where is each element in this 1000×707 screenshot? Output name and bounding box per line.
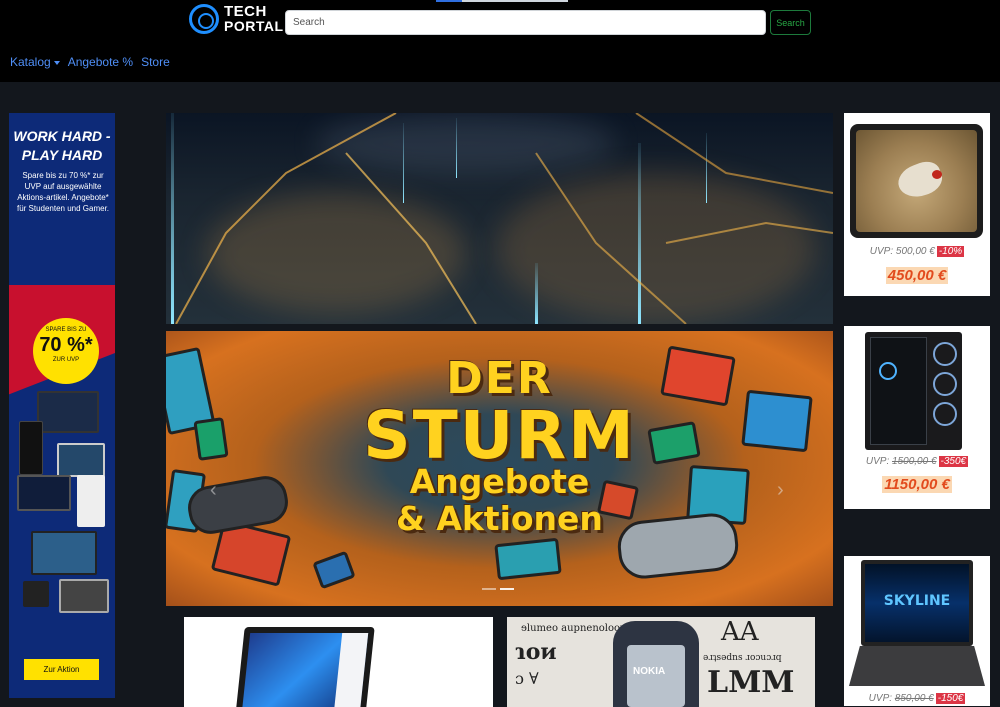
- ad-description: Spare bis zu 70 %* zur UVP auf ausgewähl…: [16, 171, 110, 213]
- carousel-indicator[interactable]: [500, 588, 514, 590]
- product-image-tablet: [850, 124, 983, 238]
- ad-headline-1: WORK HARD -: [13, 128, 111, 144]
- product-uvp: UVP: 850,00 € -150€: [868, 693, 966, 704]
- search-button[interactable]: Search: [770, 10, 811, 35]
- promo-tile-laptop[interactable]: [184, 617, 493, 707]
- product-price: 450,00 €: [885, 267, 949, 284]
- nav-angebote[interactable]: Angebote %: [68, 55, 133, 69]
- hero-banner-storm[interactable]: DER STURM Angebote & Aktionen ‹ ›: [166, 331, 833, 606]
- product-image-laptop: SKYLINE: [849, 560, 985, 686]
- storm-title-line3: Angebote: [409, 462, 590, 501]
- product-uvp: UVP: 500,00 € -10%: [869, 246, 965, 257]
- ad-cta-button[interactable]: Zur Aktion: [24, 659, 99, 680]
- nav-store[interactable]: Store: [141, 55, 170, 69]
- discount-badge: -10%: [936, 246, 965, 257]
- caret-down-icon: [53, 60, 60, 65]
- nokia-logo: NOKIA: [633, 666, 666, 677]
- brand-line2: PORTAL: [224, 18, 284, 34]
- product-uvp: UVP: 1500,00 € -350€: [865, 456, 969, 467]
- ad-devices-image: [17, 391, 109, 621]
- skyline-logo: SKYLINE: [883, 593, 951, 609]
- search-input[interactable]: [285, 10, 766, 35]
- ad-discount-badge: SPARE BIS ZU 70 %* ZUR UVP: [33, 318, 99, 384]
- ad-headline-2: PLAY HARD: [21, 147, 103, 163]
- carousel-prev-icon[interactable]: ‹: [210, 479, 217, 502]
- carousel-next-icon[interactable]: ›: [777, 479, 784, 502]
- nav-katalog-label: Katalog: [10, 55, 51, 69]
- badge-value: 70 %*: [39, 334, 93, 356]
- main-nav: Katalog Angebote % Store: [10, 55, 178, 69]
- discount-badge: -350€: [938, 456, 969, 467]
- logo-icon: [189, 4, 219, 34]
- hero-banner-city[interactable]: [166, 113, 833, 324]
- product-image-pc: [865, 332, 962, 450]
- discount-badge: -150€: [935, 693, 966, 704]
- city-roads: [175, 113, 833, 324]
- top-progress-strip: [436, 0, 568, 2]
- product-price: 1150,00 €: [882, 476, 952, 493]
- carousel-indicator[interactable]: [482, 588, 496, 590]
- product-card[interactable]: UVP: 500,00 € -10% 450,00 €: [844, 113, 990, 296]
- promo-tile-nokia[interactable]: ɘlumeo aupnenoloou ɿoᴎ ɔ ∀ AA ǝɹʇsǝdns ɹ…: [507, 617, 815, 707]
- brand-logo[interactable]: TECH PORTAL: [189, 4, 284, 34]
- nav-katalog[interactable]: Katalog: [10, 55, 60, 69]
- product-card[interactable]: SKYLINE UVP: 850,00 € -150€: [844, 556, 990, 706]
- badge-bottom-text: ZUR UVP: [52, 357, 80, 363]
- storm-title-line4: & Aktionen: [396, 499, 603, 538]
- product-card[interactable]: UVP: 1500,00 € -350€ 1150,00 €: [844, 326, 990, 509]
- side-ad-banner[interactable]: WORK HARD - PLAY HARD Spare bis zu 70 %*…: [9, 113, 115, 698]
- brand-line1: TECH: [224, 3, 267, 20]
- badge-top-text: SPARE BIS ZU: [45, 327, 87, 333]
